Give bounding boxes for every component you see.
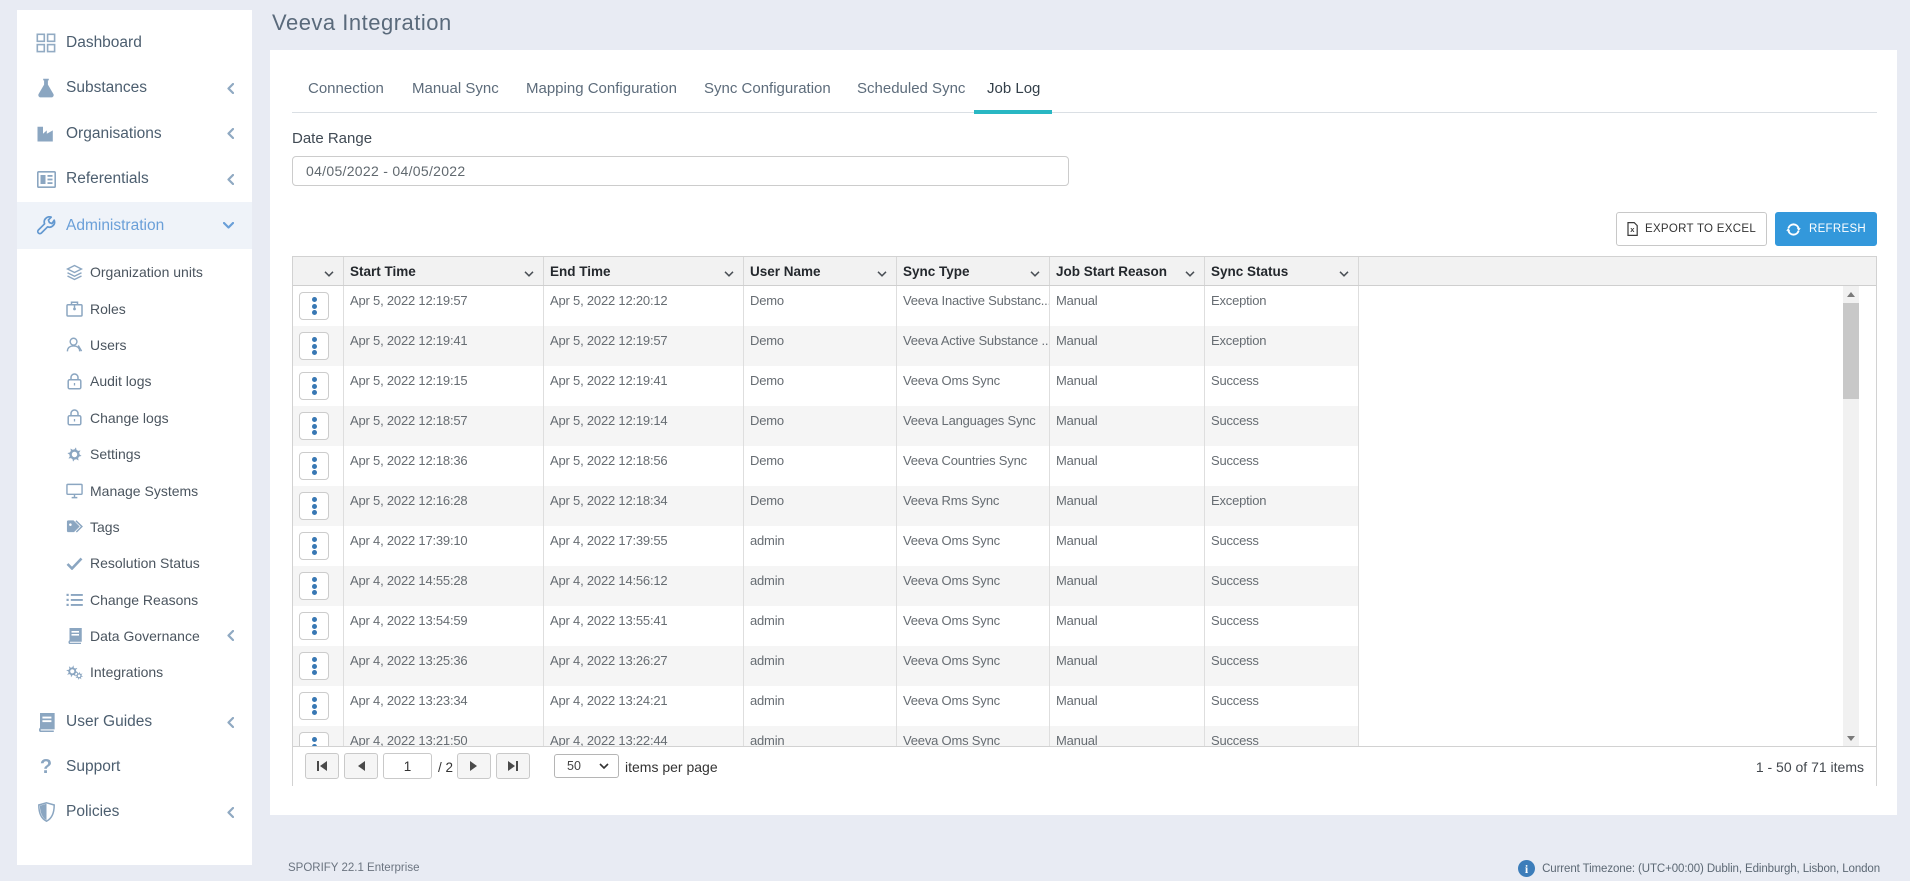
svg-text:x: x bbox=[1630, 225, 1635, 234]
svg-text:?: ? bbox=[40, 757, 52, 777]
